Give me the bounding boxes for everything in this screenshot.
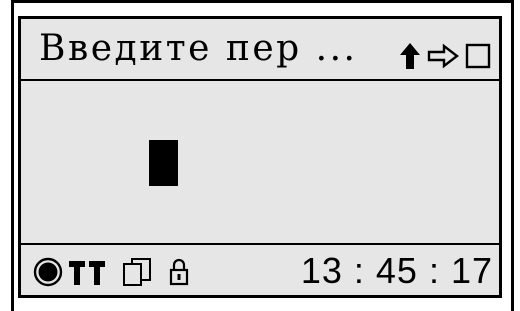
status-bar: 13 : 45 : 17	[21, 243, 499, 295]
clock-time: 13 : 45 : 17	[300, 250, 493, 291]
prompt-title: Введите пер ...	[39, 28, 358, 69]
text-input-area[interactable]	[21, 81, 499, 245]
square-icon	[465, 43, 491, 69]
right-arrow-icon	[427, 43, 459, 69]
signal-bars-icon	[69, 261, 105, 285]
title-bar: Введите пер ...	[21, 19, 499, 81]
caps-arrow-icon	[400, 43, 420, 69]
input-mode-icons	[399, 41, 491, 71]
copy-icon	[123, 258, 151, 286]
lcd-screen: Введите пер ... 13: 45: 17	[18, 16, 502, 298]
status-icons	[33, 257, 189, 287]
record-dot-icon	[33, 257, 63, 287]
lock-icon	[169, 258, 189, 286]
text-cursor	[149, 140, 178, 186]
